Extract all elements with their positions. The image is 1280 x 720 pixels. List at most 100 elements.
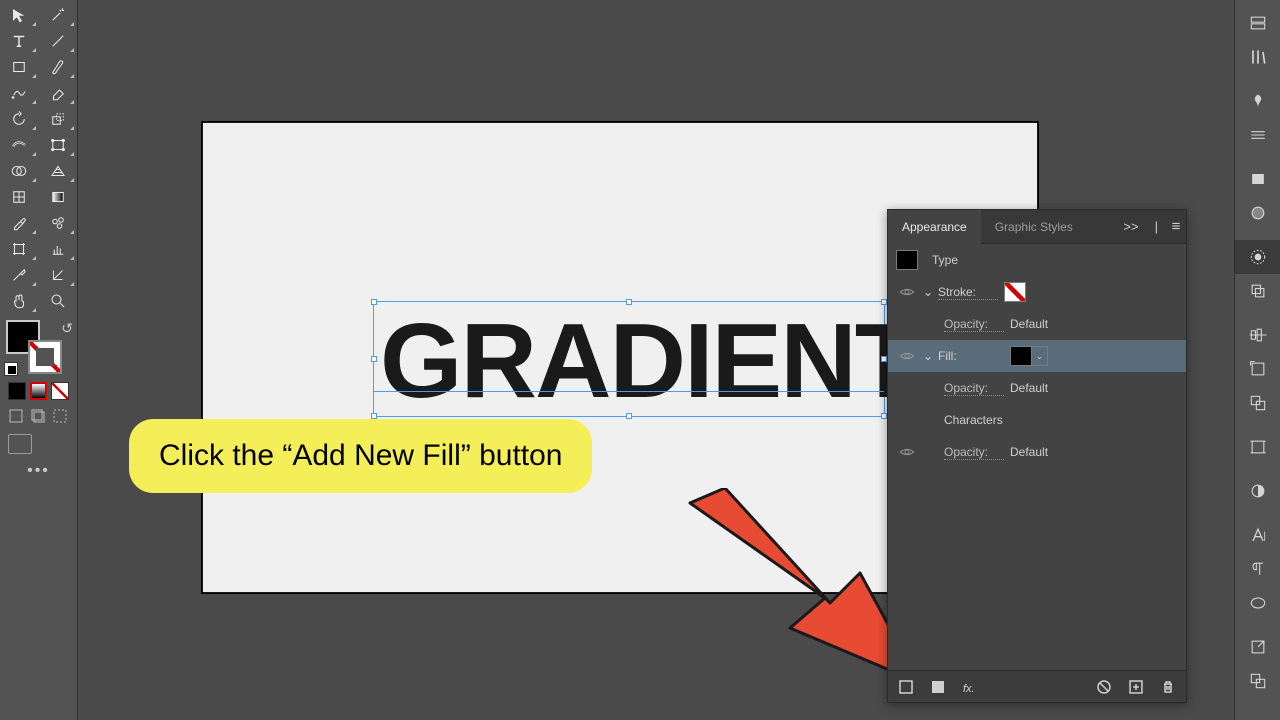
collapse-panel-button[interactable]: >> [1115, 219, 1146, 234]
type-thumbnail [896, 250, 918, 270]
fill-stroke-control[interactable]: ↺ [0, 318, 77, 376]
paintbrush-tool[interactable] [39, 54, 78, 80]
stroke-opacity-row[interactable]: Opacity: Default [888, 308, 1186, 340]
hand-tool[interactable] [0, 288, 39, 314]
default-fill-stroke-icon[interactable] [4, 362, 18, 376]
artboard-tool[interactable] [0, 236, 39, 262]
blend-tool[interactable] [39, 262, 78, 288]
draw-inside-icon[interactable] [52, 408, 68, 424]
transparency-panel-icon[interactable] [1235, 474, 1280, 508]
color-mode-gradient[interactable] [30, 382, 48, 400]
stroke-label[interactable]: Stroke: [938, 285, 998, 300]
draw-normal-icon[interactable] [8, 408, 24, 424]
brushes-panel-icon[interactable] [1235, 118, 1280, 152]
transform-panel-icon[interactable] [1235, 352, 1280, 386]
instruction-callout: Click the “Add New Fill” button [129, 419, 592, 493]
appearance-panel-icon[interactable] [1235, 240, 1280, 274]
symbol-sprayer-tool[interactable] [39, 210, 78, 236]
character-panel-icon[interactable] [1235, 518, 1280, 552]
align-panel-icon[interactable] [1235, 318, 1280, 352]
fill-color-dropdown[interactable]: ⌄ [1032, 346, 1048, 366]
add-new-fill-button[interactable] [928, 677, 948, 697]
libraries-panel-icon[interactable] [1235, 40, 1280, 74]
clear-appearance-button[interactable] [1094, 677, 1114, 697]
draw-behind-icon[interactable] [30, 408, 46, 424]
shape-builder-tool[interactable] [0, 158, 39, 184]
scale-tool[interactable] [39, 106, 78, 132]
expand-toggle-icon[interactable]: ⌄ [918, 349, 938, 363]
opacity-label[interactable]: Opacity: [944, 381, 1004, 396]
canvas-text[interactable]: GRADIENT [380, 308, 918, 414]
shaper-tool[interactable] [0, 80, 39, 106]
tab-divider: | [1147, 219, 1166, 234]
links-panel-icon[interactable] [1235, 630, 1280, 664]
fill-opacity-row[interactable]: Opacity: Default [888, 372, 1186, 404]
mesh-tool[interactable] [0, 184, 39, 210]
opentype-panel-icon[interactable] [1235, 586, 1280, 620]
gradient-tool[interactable] [39, 184, 78, 210]
add-new-effect-button[interactable]: fx. [960, 677, 980, 697]
expand-toggle-icon[interactable]: ⌄ [918, 285, 938, 299]
appearance-panel: Appearance Graphic Styles >> | ≡ Type ⌄ … [887, 209, 1187, 703]
fill-label: Fill: [938, 349, 998, 363]
characters-opacity-row[interactable]: Opacity: Default [888, 436, 1186, 468]
screen-mode-button[interactable] [8, 434, 32, 454]
visibility-toggle-icon[interactable] [896, 348, 918, 364]
free-transform-tool[interactable] [39, 132, 78, 158]
appearance-panel-footer: fx. [888, 670, 1186, 702]
color-panel-icon[interactable] [1235, 196, 1280, 230]
slice-tool[interactable] [0, 262, 39, 288]
fill-color-swatch[interactable] [1010, 346, 1032, 366]
rotate-tool[interactable] [0, 106, 39, 132]
column-graph-tool[interactable] [39, 236, 78, 262]
characters-row[interactable]: Characters [888, 404, 1186, 436]
eyedropper-tool[interactable] [0, 210, 39, 236]
opacity-value: Default [1010, 381, 1048, 395]
width-tool[interactable] [0, 132, 39, 158]
add-new-stroke-button[interactable] [896, 677, 916, 697]
artboards-panel-icon[interactable] [1235, 430, 1280, 464]
edit-toolbar-button[interactable]: ••• [0, 462, 77, 480]
color-mode-none[interactable] [51, 382, 69, 400]
swap-fill-stroke-icon[interactable]: ↺ [61, 320, 73, 337]
tab-graphic-styles[interactable]: Graphic Styles [981, 210, 1087, 244]
opacity-label[interactable]: Opacity: [944, 445, 1004, 460]
resize-handle[interactable] [371, 299, 377, 305]
appearance-fill-row[interactable]: ⌄ Fill: ⌄ [888, 340, 1186, 372]
perspective-grid-tool[interactable] [39, 158, 78, 184]
eraser-tool[interactable] [39, 80, 78, 106]
delete-item-button[interactable] [1158, 677, 1178, 697]
stroke-color-swatch[interactable] [1004, 282, 1026, 302]
swatches-panel-icon[interactable] [1235, 162, 1280, 196]
draw-mode-row [0, 406, 77, 426]
paragraph-panel-icon[interactable] [1235, 552, 1280, 586]
appearance-list: Type ⌄ Stroke: Opacity: Default ⌄ Fill: … [888, 244, 1186, 670]
line-segment-tool[interactable] [39, 28, 78, 54]
selection-bounding-box[interactable]: GRADIENT [373, 301, 885, 417]
visibility-toggle-icon[interactable] [896, 284, 918, 300]
asset-export-panel-icon[interactable] [1235, 664, 1280, 698]
duplicate-item-button[interactable] [1126, 677, 1146, 697]
visibility-toggle-icon[interactable] [896, 444, 918, 460]
stroke-swatch[interactable] [28, 340, 62, 374]
magic-wand-tool[interactable] [39, 2, 78, 28]
resize-handle[interactable] [626, 413, 632, 419]
zoom-tool[interactable] [39, 288, 78, 314]
panel-menu-icon[interactable]: ≡ [1166, 218, 1186, 235]
resize-handle[interactable] [626, 299, 632, 305]
pathfinder-panel-icon[interactable] [1235, 386, 1280, 420]
text-baseline [374, 391, 884, 392]
graphic-styles-panel-icon[interactable] [1235, 274, 1280, 308]
rectangle-tool[interactable] [0, 54, 39, 80]
properties-panel-icon[interactable] [1235, 6, 1280, 40]
opacity-label[interactable]: Opacity: [944, 317, 1004, 332]
type-tool[interactable] [0, 28, 39, 54]
color-mode-solid[interactable] [8, 382, 26, 400]
direct-selection-tool[interactable] [0, 2, 39, 28]
resize-handle[interactable] [371, 356, 377, 362]
appearance-type-row[interactable]: Type [888, 244, 1186, 276]
panel-tab-bar: Appearance Graphic Styles >> | ≡ [888, 210, 1186, 244]
symbols-panel-icon[interactable] [1235, 84, 1280, 118]
appearance-stroke-row[interactable]: ⌄ Stroke: [888, 276, 1186, 308]
tab-appearance[interactable]: Appearance [888, 210, 981, 244]
